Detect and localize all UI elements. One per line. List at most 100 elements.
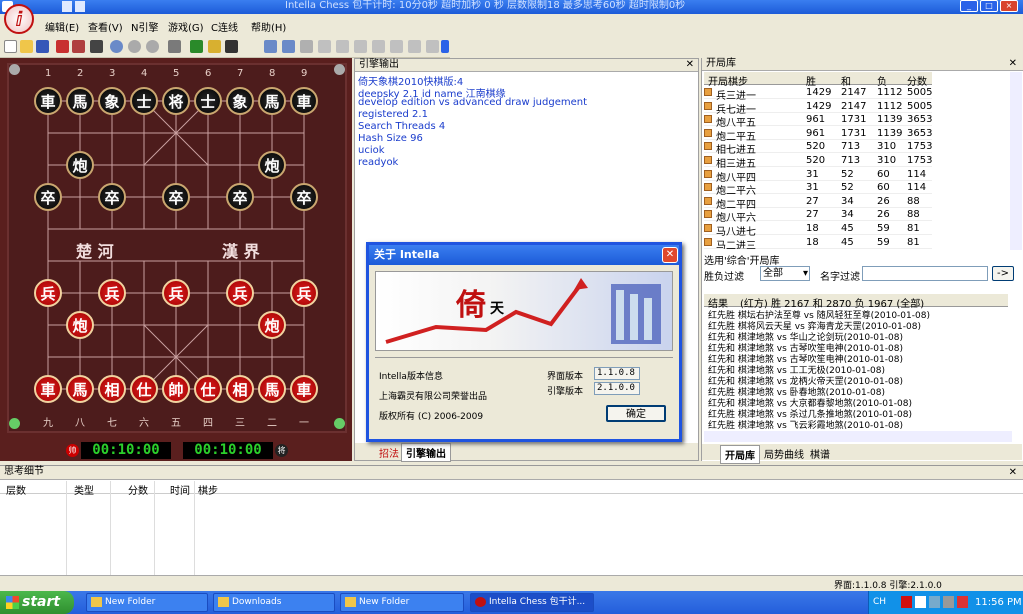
game-row[interactable]: 红先胜 棋津地煞 vs 飞云彩霞地煞(2010-01-08) bbox=[708, 418, 903, 430]
black-chariot[interactable]: 車 bbox=[290, 87, 318, 115]
engine-close-icon[interactable]: ✕ bbox=[686, 59, 694, 70]
task-new-folder[interactable]: New Folder bbox=[86, 593, 208, 612]
book-check-icon[interactable] bbox=[704, 237, 712, 246]
security-icon[interactable] bbox=[957, 596, 968, 608]
black-general[interactable]: 将 bbox=[162, 87, 190, 115]
black-elephant[interactable]: 象 bbox=[98, 87, 126, 115]
board-copy-icon[interactable] bbox=[300, 40, 313, 53]
print-icon[interactable] bbox=[90, 40, 103, 53]
black-pawn[interactable]: 卒 bbox=[162, 183, 190, 211]
red-general[interactable]: 帥 bbox=[162, 375, 190, 403]
red-elephant[interactable]: 相 bbox=[98, 375, 126, 403]
menu-edit[interactable]: 编辑(E) bbox=[45, 19, 79, 34]
red-elephant[interactable]: 相 bbox=[226, 375, 254, 403]
red-horse[interactable]: 馬 bbox=[258, 375, 286, 403]
black-horse[interactable]: 馬 bbox=[258, 87, 286, 115]
red-advisor[interactable]: 仕 bbox=[194, 375, 222, 403]
tray-v-icon[interactable] bbox=[915, 596, 926, 608]
book-check-icon[interactable] bbox=[704, 88, 712, 96]
hammer-icon[interactable] bbox=[225, 40, 238, 53]
opening-scrollbar[interactable] bbox=[1010, 72, 1022, 250]
col-header-depth[interactable]: 层数 bbox=[6, 482, 26, 497]
opening-row[interactable]: 兵三进一 1429 2147 1112 5005 bbox=[704, 86, 932, 102]
col-header-type[interactable]: 类型 bbox=[74, 482, 94, 497]
book-check-icon[interactable] bbox=[704, 128, 712, 137]
menu-help[interactable]: 帮助(H) bbox=[251, 19, 286, 34]
black-cannon[interactable]: 炮 bbox=[258, 151, 286, 179]
back-icon[interactable] bbox=[336, 40, 349, 53]
red-advisor[interactable]: 仕 bbox=[130, 375, 158, 403]
opening-row[interactable]: 相三进五 520 713 310 1753 bbox=[704, 154, 932, 170]
red-chariot[interactable]: 車 bbox=[34, 375, 62, 403]
black-advisor[interactable]: 士 bbox=[130, 87, 158, 115]
stop-icon[interactable] bbox=[128, 40, 141, 53]
maximize-button[interactable]: □ bbox=[980, 0, 998, 12]
opening-row[interactable]: 炮八平五 961 1731 1139 3653 bbox=[704, 113, 932, 129]
black-pawn[interactable]: 卒 bbox=[290, 183, 318, 211]
first-move-icon[interactable] bbox=[318, 40, 331, 53]
black-elephant[interactable]: 象 bbox=[226, 87, 254, 115]
step-back-icon[interactable] bbox=[354, 40, 367, 53]
volume-icon[interactable] bbox=[943, 596, 954, 608]
red-horse[interactable]: 馬 bbox=[66, 375, 94, 403]
col-header-score[interactable]: 分数 bbox=[128, 482, 148, 497]
search-icon[interactable] bbox=[110, 40, 123, 53]
book-check-icon[interactable] bbox=[704, 142, 712, 151]
last-move-icon[interactable] bbox=[426, 40, 439, 53]
lock-icon[interactable] bbox=[208, 40, 221, 53]
tab-engine-output[interactable]: 引擎输出 bbox=[401, 443, 451, 462]
record-icon[interactable] bbox=[56, 40, 69, 53]
col-header-time[interactable]: 时间 bbox=[170, 482, 190, 497]
language-icon[interactable]: CH bbox=[873, 597, 886, 607]
red-cannon[interactable]: 炮 bbox=[258, 311, 286, 339]
opening-row[interactable]: 炮八平六 27 34 26 88 bbox=[704, 208, 932, 224]
tab-opening-book[interactable]: 开局库 bbox=[720, 445, 760, 464]
close-button[interactable]: × bbox=[1000, 0, 1018, 12]
opening-row[interactable]: 炮二平六 31 52 60 114 bbox=[704, 181, 932, 197]
book-check-icon[interactable] bbox=[704, 101, 712, 110]
undo-icon[interactable] bbox=[146, 40, 159, 53]
opening-row[interactable]: 兵七进一 1429 2147 1112 5005 bbox=[704, 100, 932, 116]
menu-view[interactable]: 查看(V) bbox=[88, 19, 123, 34]
opening-close-icon[interactable]: ✕ bbox=[1009, 58, 1017, 69]
opening-row[interactable]: 相七进五 520 713 310 1753 bbox=[704, 140, 932, 156]
tab-game-record[interactable]: 棋谱 bbox=[806, 445, 834, 462]
win-filter-select[interactable]: 全部 ▾ bbox=[760, 266, 810, 281]
book-check-icon[interactable] bbox=[704, 183, 712, 192]
menu-connect[interactable]: C连线 bbox=[211, 19, 238, 34]
red-pawn[interactable]: 兵 bbox=[226, 279, 254, 307]
black-cannon[interactable]: 炮 bbox=[66, 151, 94, 179]
opening-row[interactable]: 炮二平五 961 1731 1139 3653 bbox=[704, 127, 932, 143]
book-check-icon[interactable] bbox=[704, 196, 712, 205]
copy-icon[interactable] bbox=[264, 40, 277, 53]
book-check-icon[interactable] bbox=[704, 115, 712, 124]
toolbar-overflow-icon[interactable] bbox=[441, 40, 449, 53]
black-horse[interactable]: 馬 bbox=[66, 87, 94, 115]
red-pawn[interactable]: 兵 bbox=[162, 279, 190, 307]
menu-game[interactable]: 游戏(G) bbox=[168, 19, 204, 34]
new-file-icon[interactable] bbox=[4, 40, 17, 53]
red-chariot[interactable]: 車 bbox=[290, 375, 318, 403]
minimize-button[interactable]: _ bbox=[960, 0, 978, 12]
red-pawn[interactable]: 兵 bbox=[34, 279, 62, 307]
think-close-icon[interactable]: ✕ bbox=[1009, 467, 1017, 478]
open-folder-icon[interactable] bbox=[20, 40, 33, 53]
black-pawn[interactable]: 卒 bbox=[34, 183, 62, 211]
black-advisor[interactable]: 士 bbox=[194, 87, 222, 115]
black-pawn[interactable]: 卒 bbox=[226, 183, 254, 211]
quick-new-icon[interactable] bbox=[75, 1, 85, 12]
tab-moves[interactable]: 招法 bbox=[375, 444, 403, 461]
ok-button[interactable]: 确定 bbox=[606, 405, 666, 422]
save-icon[interactable] bbox=[36, 40, 49, 53]
games-hscrollbar[interactable] bbox=[704, 431, 1012, 442]
step-forward-icon[interactable] bbox=[408, 40, 421, 53]
menu-engine[interactable]: N引擎 bbox=[131, 19, 158, 34]
black-pawn[interactable]: 卒 bbox=[98, 183, 126, 211]
opening-row[interactable]: 炮八平四 31 52 60 114 bbox=[704, 168, 932, 184]
tab-trend-curve[interactable]: 局势曲线 bbox=[760, 445, 808, 462]
opening-row[interactable]: 炮二平四 27 34 26 88 bbox=[704, 195, 932, 211]
task-intella-chess[interactable]: Intella Chess 包干计... bbox=[470, 593, 594, 612]
network-icon[interactable] bbox=[929, 596, 940, 608]
red-pawn[interactable]: 兵 bbox=[98, 279, 126, 307]
book-check-icon[interactable] bbox=[704, 169, 712, 178]
